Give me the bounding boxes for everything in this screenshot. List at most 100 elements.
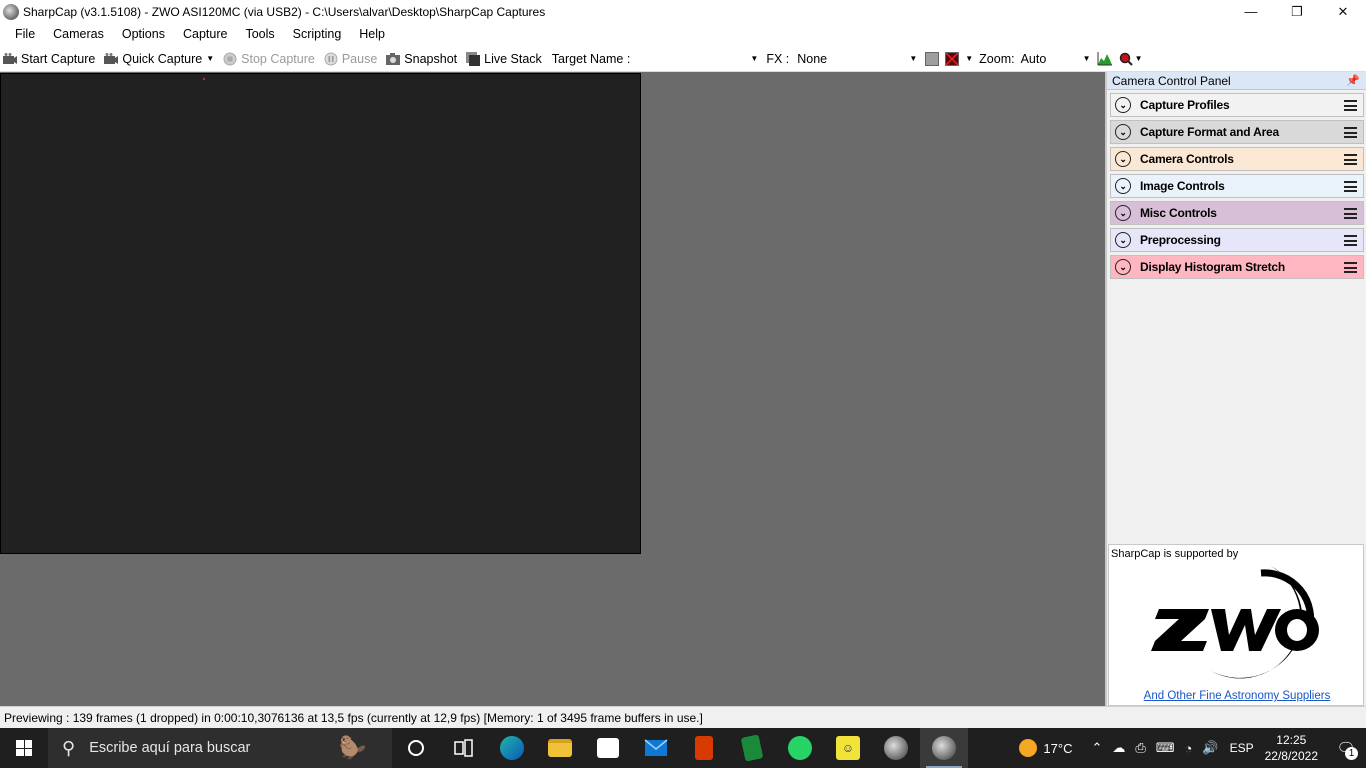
section-camera-controls[interactable]: ⌄ Camera Controls bbox=[1110, 147, 1364, 171]
task-view-icon[interactable] bbox=[440, 728, 488, 768]
hamburger-menu-icon[interactable] bbox=[1344, 154, 1357, 165]
hot-pixel bbox=[203, 78, 205, 80]
zwo-logo[interactable] bbox=[1149, 561, 1329, 686]
notification-center-icon[interactable]: 🗨 1 bbox=[1326, 728, 1366, 768]
game-app-icon[interactable]: ☺ bbox=[824, 728, 872, 768]
file-explorer-icon[interactable] bbox=[536, 728, 584, 768]
window-controls: — ❐ ✕ bbox=[1228, 0, 1366, 23]
live-stack-button[interactable]: Live Stack bbox=[465, 51, 542, 67]
pause-icon bbox=[323, 51, 339, 67]
fx-select[interactable]: None ▼ bbox=[797, 52, 917, 66]
hamburger-menu-icon[interactable] bbox=[1344, 235, 1357, 246]
minimize-button[interactable]: — bbox=[1228, 0, 1274, 23]
hamburger-menu-icon[interactable] bbox=[1344, 127, 1357, 138]
office-icon[interactable] bbox=[680, 728, 728, 768]
clock-date: 22/8/2022 bbox=[1264, 749, 1318, 763]
live-stack-icon bbox=[465, 51, 481, 67]
solitaire-icon[interactable] bbox=[728, 728, 776, 768]
panel-sections: ⌄ Capture Profiles ⌄ Capture Format and … bbox=[1107, 90, 1366, 279]
cortana-icon[interactable] bbox=[392, 728, 440, 768]
sponsor-box: SharpCap is supported by And Other Fine … bbox=[1108, 544, 1364, 706]
chevron-down-icon: ▼ bbox=[1134, 54, 1143, 63]
status-bar: Previewing : 139 frames (1 dropped) in 0… bbox=[0, 706, 1366, 728]
menu-capture[interactable]: Capture bbox=[174, 23, 236, 46]
image-viewer[interactable] bbox=[0, 72, 1105, 706]
volume-icon[interactable]: 🔊 bbox=[1202, 740, 1218, 756]
stop-capture-button[interactable]: Stop Capture bbox=[222, 51, 315, 67]
section-misc-controls[interactable]: ⌄ Misc Controls bbox=[1110, 201, 1364, 225]
system-tray: 17°C ⌃ ☁ ⎙ ⌨ ◔ 🔊 ESP 12:25 22/8/2022 🗨 1 bbox=[1019, 728, 1366, 768]
chevron-up-icon[interactable]: ⌃ bbox=[1091, 740, 1102, 756]
stop-icon bbox=[222, 51, 238, 67]
zoom-label: Zoom: bbox=[979, 51, 1015, 66]
menu-help[interactable]: Help bbox=[350, 23, 394, 46]
hamburger-menu-icon[interactable] bbox=[1344, 208, 1357, 219]
chevron-down-icon: ▼ bbox=[909, 54, 918, 63]
quick-capture-button[interactable]: Quick Capture ▼ bbox=[103, 51, 214, 67]
expand-chevron-icon[interactable]: ⌄ bbox=[1115, 97, 1131, 113]
language-indicator[interactable]: ESP bbox=[1230, 741, 1254, 755]
menu-file[interactable]: File bbox=[6, 23, 44, 46]
cloud-icon[interactable]: ☁ bbox=[1112, 740, 1125, 756]
hamburger-menu-icon[interactable] bbox=[1344, 100, 1357, 111]
chevron-down-icon: ▼ bbox=[1082, 54, 1091, 63]
meet-now-icon[interactable]: ⎙ bbox=[1135, 740, 1145, 756]
expand-chevron-icon[interactable]: ⌄ bbox=[1115, 259, 1131, 275]
hamburger-menu-icon[interactable] bbox=[1344, 262, 1357, 273]
input-method-icon[interactable]: ⌨ bbox=[1156, 740, 1175, 756]
menu-tools[interactable]: Tools bbox=[236, 23, 283, 46]
windows-logo-icon bbox=[16, 740, 32, 756]
menu-options[interactable]: Options bbox=[113, 23, 174, 46]
mail-icon[interactable] bbox=[632, 728, 680, 768]
whatsapp-icon[interactable] bbox=[776, 728, 824, 768]
menu-cameras[interactable]: Cameras bbox=[44, 23, 113, 46]
camera-icon bbox=[103, 51, 119, 67]
edge-icon[interactable] bbox=[488, 728, 536, 768]
section-capture-format-and-area[interactable]: ⌄ Capture Format and Area bbox=[1110, 120, 1364, 144]
sponsor-link[interactable]: And Other Fine Astronomy Suppliers bbox=[1109, 690, 1365, 702]
start-button[interactable] bbox=[0, 728, 48, 768]
preview-frame[interactable] bbox=[0, 73, 641, 554]
chevron-down-icon[interactable]: ▼ bbox=[965, 54, 973, 63]
section-preprocessing[interactable]: ⌄ Preprocessing bbox=[1110, 228, 1364, 252]
histogram-icon[interactable] bbox=[1097, 51, 1113, 66]
sharpcap-app-icon bbox=[3, 3, 19, 20]
windows-taskbar: ⚲ Escribe aquí para buscar 🦫 ☺ 17°C ⌃ ☁ … bbox=[0, 728, 1366, 768]
target-name-label: Target Name : bbox=[551, 51, 631, 66]
expand-chevron-icon[interactable]: ⌄ bbox=[1115, 151, 1131, 167]
sharpcap-taskbar-icon[interactable] bbox=[872, 728, 920, 768]
section-capture-profiles[interactable]: ⌄ Capture Profiles bbox=[1110, 93, 1364, 117]
hamburger-menu-icon[interactable] bbox=[1344, 181, 1357, 192]
microsoft-store-icon[interactable] bbox=[584, 728, 632, 768]
search-icon: ⚲ bbox=[62, 737, 76, 758]
chevron-down-icon[interactable]: ▼ bbox=[206, 54, 214, 63]
target-name-combo[interactable]: ▼ bbox=[638, 54, 758, 63]
weather-sun-icon[interactable] bbox=[1019, 739, 1038, 757]
expand-chevron-icon[interactable]: ⌄ bbox=[1115, 124, 1131, 140]
temperature[interactable]: 17°C bbox=[1043, 741, 1072, 756]
menu-scripting[interactable]: Scripting bbox=[284, 23, 351, 46]
expand-chevron-icon[interactable]: ⌄ bbox=[1115, 178, 1131, 194]
snapshot-button[interactable]: Snapshot bbox=[385, 51, 457, 67]
pause-button[interactable]: Pause bbox=[323, 51, 377, 67]
expand-chevron-icon[interactable]: ⌄ bbox=[1115, 232, 1131, 248]
wifi-icon[interactable]: ◔ bbox=[1185, 741, 1193, 756]
zoom-magnifier-icon[interactable]: ▼ bbox=[1119, 52, 1143, 66]
notification-count: 1 bbox=[1345, 747, 1358, 760]
clock[interactable]: 12:25 22/8/2022 bbox=[1265, 732, 1318, 764]
fx-label: FX : bbox=[766, 51, 790, 66]
overlay-toggle-icon[interactable] bbox=[925, 51, 940, 66]
camera-icon bbox=[2, 51, 18, 67]
zoom-select[interactable]: Auto ▼ bbox=[1021, 52, 1091, 66]
taskbar-search[interactable]: ⚲ Escribe aquí para buscar 🦫 bbox=[48, 728, 392, 768]
reticule-icon[interactable] bbox=[945, 51, 960, 66]
expand-chevron-icon[interactable]: ⌄ bbox=[1115, 205, 1131, 221]
section-image-controls[interactable]: ⌄ Image Controls bbox=[1110, 174, 1364, 198]
start-capture-button[interactable]: Start Capture bbox=[2, 51, 95, 67]
section-display-histogram-stretch[interactable]: ⌄ Display Histogram Stretch bbox=[1110, 255, 1364, 279]
close-button[interactable]: ✕ bbox=[1320, 0, 1366, 23]
snapshot-icon bbox=[385, 51, 401, 67]
maximize-button[interactable]: ❐ bbox=[1274, 0, 1320, 23]
sharpcap-active-taskbar-icon[interactable] bbox=[920, 728, 968, 768]
pin-icon[interactable]: 📌 bbox=[1346, 74, 1360, 87]
